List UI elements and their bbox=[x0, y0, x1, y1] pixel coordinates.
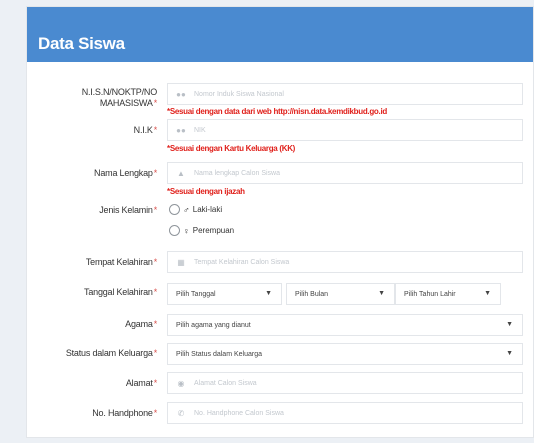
user-group-icon: ●● bbox=[176, 89, 186, 99]
caret-down-icon: ▼ bbox=[378, 290, 385, 297]
nik-label: N.I.K* bbox=[133, 125, 158, 135]
jenis-kelamin-label: Jenis Kelamin* bbox=[99, 205, 157, 215]
handphone-input[interactable]: ✆ No. Handphone Calon Siswa bbox=[167, 402, 523, 424]
tempat-lahir-input[interactable]: ▦ Tempat Kelahiran Calon Siswa bbox=[167, 251, 523, 273]
female-icon: ♀ bbox=[183, 225, 190, 236]
radio-laki-laki[interactable]: ♂ Laki-laki bbox=[169, 204, 222, 215]
nama-note: *Sesuai dengan ijazah bbox=[167, 187, 245, 196]
card-header: Data Siswa bbox=[27, 7, 533, 62]
status-keluarga-label: Status dalam Keluarga* bbox=[65, 348, 157, 358]
agama-select[interactable]: Pilih agama yang dianut ▼ bbox=[167, 314, 523, 336]
card-title: Data Siswa bbox=[38, 34, 125, 53]
tempat-lahir-label: Tempat Kelahiran* bbox=[85, 257, 157, 267]
pilih-tahun-select[interactable]: Pilih Tahun Lahir ▼ bbox=[395, 283, 501, 305]
nik-note: *Sesuai dengan Kartu Keluarga (KK) bbox=[167, 144, 296, 153]
nik-input[interactable]: ●● NIK bbox=[167, 119, 523, 141]
tanggal-lahir-label: Tanggal Kelahiran* bbox=[84, 287, 157, 297]
caret-down-icon: ▼ bbox=[506, 321, 513, 328]
map-marker-icon: ◉ bbox=[177, 378, 185, 388]
male-icon: ♂ bbox=[183, 204, 190, 215]
data-siswa-card: Data Siswa N.I.S.N/NOKTP/NO MAHASISWA* ●… bbox=[26, 6, 534, 438]
radio-perempuan[interactable]: ♀ Perempuan bbox=[169, 225, 234, 236]
user-group-icon: ●● bbox=[176, 125, 186, 135]
handphone-label: No. Handphone* bbox=[92, 408, 157, 418]
alamat-label: Alamat* bbox=[125, 378, 157, 388]
radio-circle[interactable] bbox=[169, 204, 180, 215]
nisn-note: *Sesuai dengan data dari web http://nisn… bbox=[167, 107, 387, 116]
nisn-input[interactable]: ●● Nomor Induk Siswa Nasional bbox=[167, 83, 523, 105]
nisn-label: N.I.S.N/NOKTP/NO MAHASISWA* bbox=[81, 87, 158, 108]
pilih-tanggal-select[interactable]: Pilih Tanggal ▼ bbox=[167, 283, 282, 305]
caret-down-icon: ▼ bbox=[506, 350, 513, 357]
radio-circle[interactable] bbox=[169, 225, 180, 236]
caret-down-icon: ▼ bbox=[484, 290, 491, 297]
caret-down-icon: ▼ bbox=[265, 290, 272, 297]
building-icon: ▦ bbox=[177, 257, 185, 267]
nama-input[interactable]: ▲ Nama lengkap Calon Siswa bbox=[167, 162, 523, 184]
pilih-bulan-select[interactable]: Pilih Bulan ▼ bbox=[286, 283, 395, 305]
user-icon: ▲ bbox=[177, 168, 185, 178]
phone-icon: ✆ bbox=[177, 408, 185, 418]
status-keluarga-select[interactable]: Pilih Status dalam Keluarga ▼ bbox=[167, 343, 523, 365]
nama-label: Nama Lengkap* bbox=[94, 168, 157, 178]
alamat-input[interactable]: ◉ Alamat Calon Siswa bbox=[167, 372, 523, 394]
agama-label: Agama* bbox=[125, 319, 157, 329]
